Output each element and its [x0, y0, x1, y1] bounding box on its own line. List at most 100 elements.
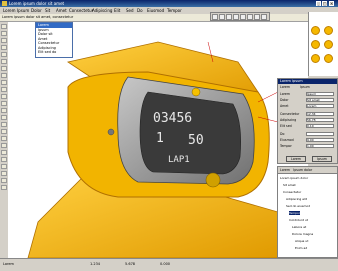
prop-field[interactable]: 9.00 [306, 138, 334, 142]
dim-tool-icon[interactable] [1, 164, 7, 169]
join-tool-icon[interactable] [1, 115, 7, 120]
split-tool-icon[interactable] [1, 108, 7, 113]
menu-item[interactable]: Sed [126, 8, 134, 13]
status-y: 5.678 [125, 262, 136, 266]
prop-label: Do [280, 132, 285, 136]
status-bar: Lorem 1.234 5.678 0.000 [0, 258, 338, 271]
light-icon[interactable] [261, 14, 267, 20]
prop-label: Elit sed [280, 124, 292, 128]
tree-node[interactable]: Consectetur [283, 190, 301, 194]
display-line2a: 1 [156, 131, 164, 146]
prop-field[interactable]: 56.78 [306, 118, 334, 122]
tree-tab[interactable]: Ipsum dolor [293, 168, 312, 172]
menu-item[interactable]: Amet [56, 8, 67, 13]
side-button [107, 128, 115, 136]
tree-node[interactable]: Adipiscing elit [286, 197, 307, 201]
arc-tool-icon[interactable] [1, 52, 7, 57]
face-icon[interactable] [311, 54, 320, 63]
maximize-button[interactable]: □ [322, 1, 327, 6]
solid-tool-icon[interactable] [1, 73, 7, 78]
face-icon[interactable] [311, 40, 320, 49]
tree-node[interactable]: Enim ad [295, 246, 307, 250]
snap-tool-icon[interactable] [1, 178, 7, 183]
prop-field[interactable] [306, 132, 334, 136]
menu-item[interactable]: Sit [45, 8, 50, 13]
face-icon[interactable] [324, 54, 333, 63]
circle-tool-icon[interactable] [1, 45, 7, 50]
properties-dialog: Lorem ipsum Lorem Ipsum Lorem Ipsum Dolo… [277, 78, 338, 164]
face-icon[interactable] [324, 26, 333, 35]
line-tool-icon[interactable] [1, 31, 7, 36]
close-dialog-button[interactable]: Ipsum [312, 156, 332, 162]
trim-tool-icon[interactable] [1, 101, 7, 106]
tree-node[interactable]: Incididunt ut [289, 218, 308, 222]
fillet-tool-icon[interactable] [1, 94, 7, 99]
menu-item[interactable]: Elit [114, 8, 120, 13]
scale-tool-icon[interactable] [1, 143, 7, 148]
tree-node[interactable]: Aliqua ut [295, 239, 308, 243]
display-line3: LAP1 [168, 155, 190, 165]
preview-panel [308, 12, 338, 76]
rotate-icon[interactable] [219, 14, 225, 20]
camera-icon[interactable] [254, 14, 260, 20]
move-tool-icon[interactable] [1, 122, 7, 127]
menu-option[interactable]: Elit sed do [36, 50, 72, 55]
surface-tool-icon[interactable] [1, 66, 7, 71]
status-z: 0.000 [160, 262, 171, 266]
curve-tool-icon[interactable] [1, 38, 7, 43]
prop-field[interactable]: Sit amet [306, 98, 334, 102]
menu-item[interactable]: Lorem [3, 8, 16, 13]
tree-node[interactable]: Sit amet [283, 183, 296, 187]
status-x: 1.234 [90, 262, 101, 266]
tab-2[interactable]: Ipsum [300, 85, 310, 89]
close-button[interactable]: × [329, 1, 334, 6]
face-icon[interactable] [311, 26, 320, 35]
prop-field[interactable]: 0.10 [306, 124, 334, 128]
minimize-button[interactable]: _ [316, 1, 321, 6]
fit-icon[interactable] [233, 14, 239, 20]
bottom-button [205, 172, 221, 188]
tree-node[interactable]: Lorem ipsum dolor [280, 176, 308, 180]
menu-item[interactable]: Adipiscing [92, 8, 112, 13]
copy-tool-icon[interactable] [1, 129, 7, 134]
prop-field[interactable]: 1.00 [306, 144, 334, 148]
menu-item[interactable]: Eiusmod [147, 8, 164, 13]
prop-label: Dolor [280, 98, 289, 102]
shade-icon[interactable] [247, 14, 253, 20]
menu-item[interactable]: Do [137, 8, 143, 13]
object-tree: Lorem Ipsum dolor Lorem ipsum dolor Sit … [277, 166, 338, 258]
render-icon[interactable] [240, 14, 246, 20]
prop-label: Eiusmod [280, 138, 294, 142]
display-line1: 03456 [153, 111, 192, 126]
menu-item[interactable]: Ipsum [17, 8, 29, 13]
zoom-icon[interactable] [212, 14, 218, 20]
face-icon[interactable] [324, 40, 333, 49]
menu-item[interactable]: Dolor [31, 8, 42, 13]
logo-icon [191, 87, 201, 97]
rect-tool-icon[interactable] [1, 59, 7, 64]
tree-node[interactable]: Labore et [292, 225, 306, 229]
prop-label: Consectetur [280, 112, 300, 116]
apply-button[interactable]: Lorem [286, 156, 306, 162]
text-tool-icon[interactable] [1, 157, 7, 162]
status-left: Lorem [3, 262, 14, 266]
pan-icon[interactable] [226, 14, 232, 20]
prop-field[interactable]: 12.34 [306, 112, 334, 116]
extrude-tool-icon[interactable] [1, 80, 7, 85]
menu-item[interactable]: Consectetur [69, 8, 93, 13]
menu-item[interactable]: Tempor [167, 8, 182, 13]
prop-field[interactable]: Lorem [306, 104, 334, 108]
array-tool-icon[interactable] [1, 150, 7, 155]
grid-tool-icon[interactable] [1, 185, 7, 190]
tree-node[interactable]: Dolore magna [292, 232, 313, 236]
layer-tool-icon[interactable] [1, 171, 7, 176]
loft-tool-icon[interactable] [1, 87, 7, 92]
mirror-tool-icon[interactable] [1, 136, 7, 141]
select-tool-icon[interactable] [1, 24, 7, 29]
tab-1[interactable]: Lorem [280, 85, 290, 89]
tree-node[interactable]: Sed do eiusmod [286, 204, 310, 208]
tree-tab[interactable]: Lorem [280, 168, 290, 172]
prop-field[interactable]: Ipsum [306, 92, 334, 96]
command-line[interactable]: Lorem ipsum dolor sit amet, consectetur [0, 14, 338, 22]
tree-node-selected[interactable]: Tempor [289, 211, 301, 215]
